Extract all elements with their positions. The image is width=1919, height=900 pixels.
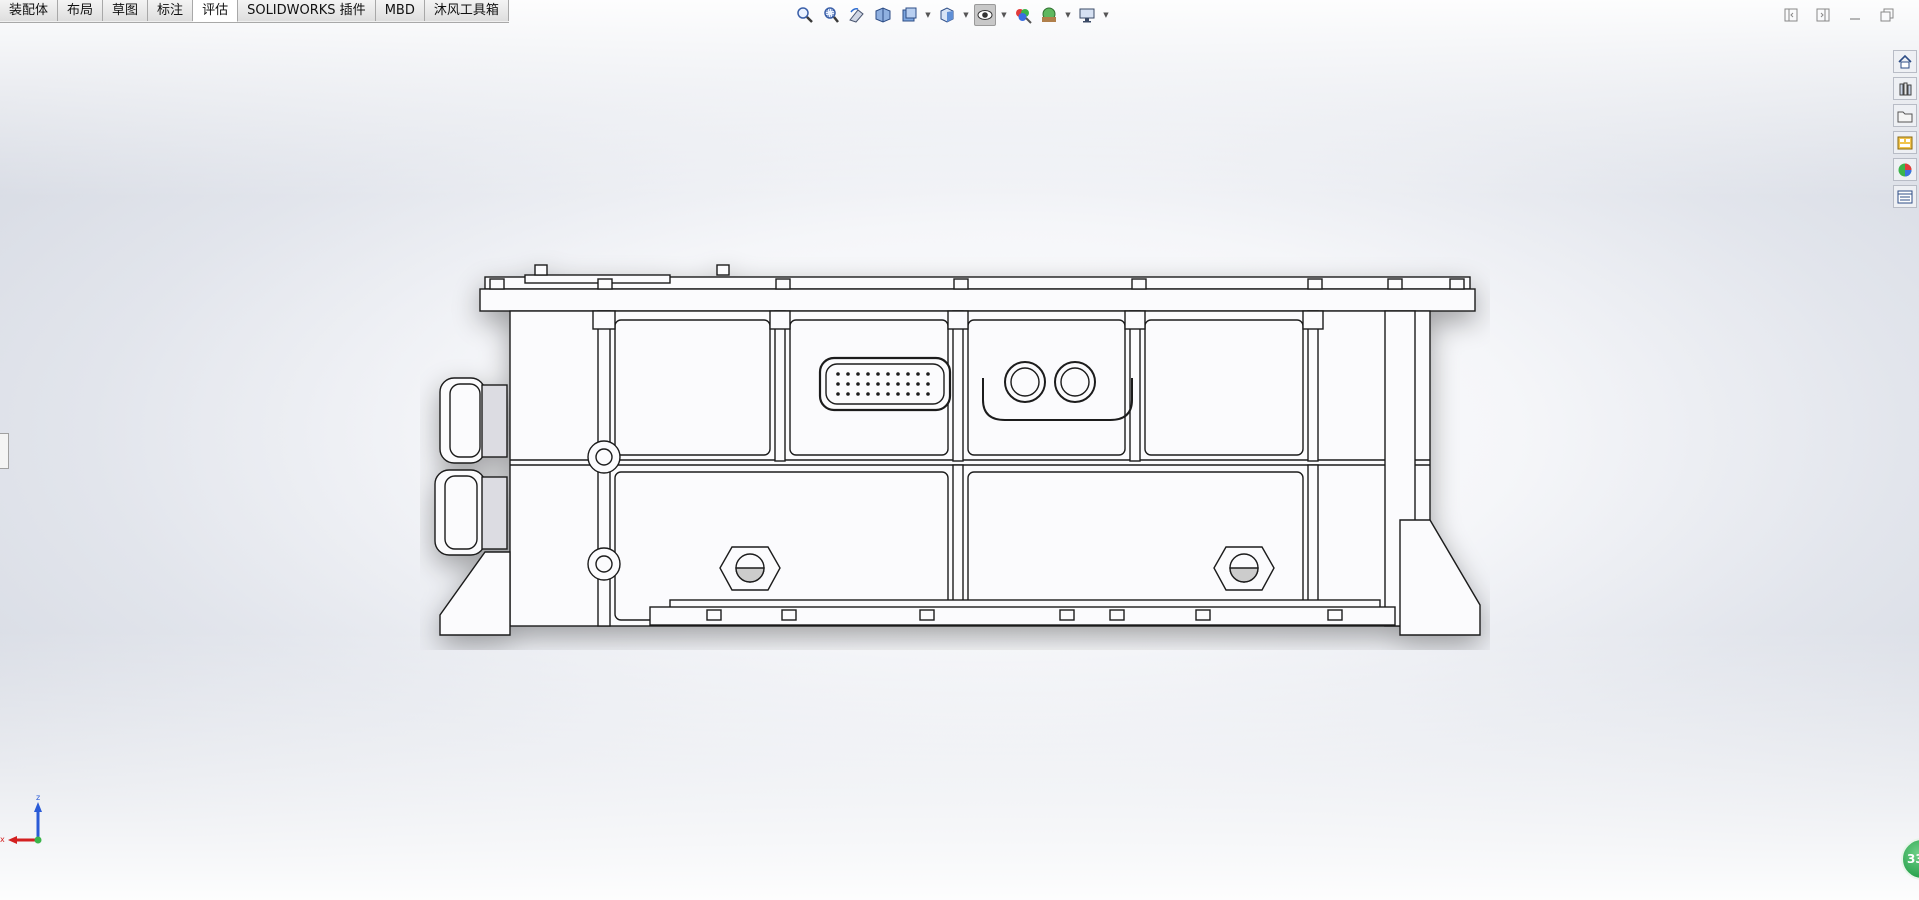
minimize-icon[interactable]: [1845, 6, 1865, 24]
tab-mbd[interactable]: MBD: [375, 0, 425, 21]
command-manager-tabs: 装配体 布局 草图 标注 评估 SOLIDWORKS 插件 MBD 沐风工具箱: [0, 0, 509, 23]
design-library-icon[interactable]: [1893, 77, 1917, 100]
view-settings-icon[interactable]: [1076, 4, 1098, 26]
triad-x-label: x: [0, 835, 5, 844]
tab-markup[interactable]: 标注: [148, 0, 194, 21]
notification-badge[interactable]: 33: [1901, 838, 1919, 880]
chevron-down-icon[interactable]: ▼: [924, 4, 932, 26]
tab-mufeng-toolbox[interactable]: 沐风工具箱: [424, 0, 509, 21]
tab-evaluate[interactable]: 评估: [193, 0, 239, 22]
edit-appearance-icon[interactable]: [1012, 4, 1034, 26]
tab-solidworks-addins[interactable]: SOLIDWORKS 插件: [238, 0, 376, 21]
file-explorer-icon[interactable]: [1893, 104, 1917, 127]
dynamic-annotation-icon[interactable]: [898, 4, 920, 26]
chevron-down-icon[interactable]: ▼: [1102, 4, 1110, 26]
custom-properties-icon[interactable]: [1893, 185, 1917, 208]
cad-model-view: [434, 264, 1481, 636]
zoom-to-area-icon[interactable]: [820, 4, 842, 26]
document-window-controls: [1781, 6, 1897, 24]
apply-scene-icon[interactable]: [1038, 4, 1060, 26]
reference-triad: z x: [0, 793, 42, 844]
section-view-icon[interactable]: [872, 4, 894, 26]
view-palette-icon[interactable]: [1893, 131, 1917, 154]
chevron-down-icon[interactable]: ▼: [962, 4, 970, 26]
task-pane-tabs: [1893, 50, 1919, 208]
tile-left-icon[interactable]: [1781, 6, 1801, 24]
chevron-down-icon[interactable]: ▼: [1000, 4, 1008, 26]
tab-layout[interactable]: 布局: [58, 0, 104, 21]
tab-sketch[interactable]: 草图: [103, 0, 149, 21]
tab-assembly[interactable]: 装配体: [0, 0, 59, 21]
appearances-icon[interactable]: [1893, 158, 1917, 181]
triad-z-label: z: [36, 793, 40, 802]
heads-up-view-toolbar: ▼ ▼ ▼ ▼ ▼: [794, 3, 1110, 27]
view-orientation-icon[interactable]: [936, 4, 958, 26]
display-style-icon[interactable]: [974, 4, 996, 26]
home-icon[interactable]: [1893, 50, 1917, 73]
previous-view-icon[interactable]: [846, 4, 868, 26]
zoom-to-fit-icon[interactable]: [794, 4, 816, 26]
badge-count: 33: [1907, 852, 1919, 866]
feature-manager-toggle[interactable]: [0, 433, 9, 469]
tile-right-icon[interactable]: [1813, 6, 1833, 24]
restore-icon[interactable]: [1877, 6, 1897, 24]
chevron-down-icon[interactable]: ▼: [1064, 4, 1072, 26]
